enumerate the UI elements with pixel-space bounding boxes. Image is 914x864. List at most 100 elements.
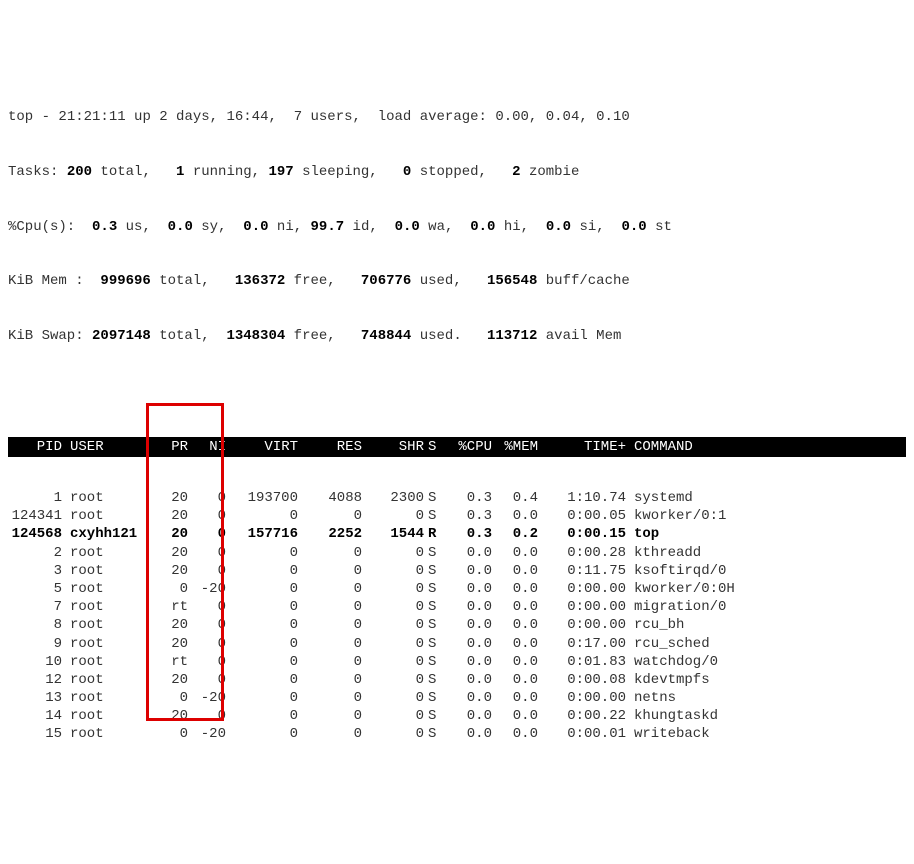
th-time[interactable]: TIME+: [542, 439, 630, 455]
td-pid: 5: [8, 580, 66, 598]
td-user: root: [66, 635, 158, 653]
td-shr: 0: [366, 562, 428, 580]
td-mem: 0.0: [496, 671, 542, 689]
td-shr: 0: [366, 544, 428, 562]
th-cpu[interactable]: %CPU: [450, 439, 496, 455]
th-res[interactable]: RES: [302, 439, 366, 455]
td-time: 0:00.00: [542, 616, 630, 634]
td-user: cxyhh121: [66, 525, 158, 543]
td-s: R: [428, 525, 450, 543]
td-ni: 0: [192, 671, 230, 689]
td-time: 0:00.00: [542, 598, 630, 616]
td-res: 0: [302, 653, 366, 671]
td-shr: 0: [366, 653, 428, 671]
td-s: S: [428, 562, 450, 580]
td-mem: 0.0: [496, 598, 542, 616]
td-pr: 0: [158, 725, 192, 743]
td-pid: 15: [8, 725, 66, 743]
td-s: S: [428, 635, 450, 653]
td-res: 0: [302, 616, 366, 634]
td-time: 0:00.00: [542, 689, 630, 707]
td-shr: 0: [366, 725, 428, 743]
process-table: PID USER PR NI VIRT RES SHR S %CPU %MEM …: [8, 405, 906, 776]
td-user: root: [66, 689, 158, 707]
summary-swap: KiB Swap: 2097148 total, 1348304 free, 7…: [8, 327, 906, 345]
table-row: 10rootrt0000S0.00.00:01.83watchdog/0: [8, 653, 906, 671]
table-row: 124568cxyhh12120015771622521544R0.30.20:…: [8, 525, 906, 543]
td-pr: 20: [158, 544, 192, 562]
td-command: rcu_sched: [630, 635, 906, 653]
td-pid: 7: [8, 598, 66, 616]
td-cpu: 0.0: [450, 544, 496, 562]
td-time: 0:00.00: [542, 580, 630, 598]
th-shr[interactable]: SHR: [366, 439, 428, 455]
td-mem: 0.0: [496, 725, 542, 743]
td-command: systemd: [630, 489, 906, 507]
td-pid: 2: [8, 544, 66, 562]
td-res: 0: [302, 725, 366, 743]
td-ni: 0: [192, 544, 230, 562]
td-pid: 10: [8, 653, 66, 671]
td-s: S: [428, 544, 450, 562]
td-user: root: [66, 671, 158, 689]
table-row: 13root0-20000S0.00.00:00.00netns: [8, 689, 906, 707]
th-virt[interactable]: VIRT: [230, 439, 302, 455]
td-res: 0: [302, 507, 366, 525]
td-time: 0:11.75: [542, 562, 630, 580]
th-pid[interactable]: PID: [8, 439, 66, 455]
td-pr: 20: [158, 707, 192, 725]
td-ni: 0: [192, 562, 230, 580]
td-cpu: 0.0: [450, 580, 496, 598]
td-cpu: 0.0: [450, 562, 496, 580]
table-header[interactable]: PID USER PR NI VIRT RES SHR S %CPU %MEM …: [8, 437, 906, 457]
td-shr: 0: [366, 635, 428, 653]
td-user: root: [66, 489, 158, 507]
td-pr: 0: [158, 580, 192, 598]
td-pid: 8: [8, 616, 66, 634]
td-res: 0: [302, 671, 366, 689]
td-virt: 0: [230, 580, 302, 598]
td-cpu: 0.0: [450, 616, 496, 634]
td-command: writeback: [630, 725, 906, 743]
td-cpu: 0.0: [450, 598, 496, 616]
td-user: root: [66, 725, 158, 743]
td-pr: 0: [158, 689, 192, 707]
td-shr: 0: [366, 689, 428, 707]
th-ni[interactable]: NI: [192, 439, 230, 455]
td-user: root: [66, 616, 158, 634]
td-s: S: [428, 707, 450, 725]
td-virt: 0: [230, 616, 302, 634]
td-res: 4088: [302, 489, 366, 507]
td-user: root: [66, 598, 158, 616]
th-mem[interactable]: %MEM: [496, 439, 542, 455]
td-pr: 20: [158, 616, 192, 634]
td-pid: 3: [8, 562, 66, 580]
th-command[interactable]: COMMAND: [630, 439, 906, 455]
td-ni: -20: [192, 580, 230, 598]
td-mem: 0.0: [496, 580, 542, 598]
td-mem: 0.4: [496, 489, 542, 507]
table-row: 9root200000S0.00.00:17.00rcu_sched: [8, 635, 906, 653]
td-user: root: [66, 562, 158, 580]
td-time: 0:00.05: [542, 507, 630, 525]
table-row: 12root200000S0.00.00:00.08kdevtmpfs: [8, 671, 906, 689]
td-ni: -20: [192, 725, 230, 743]
td-mem: 0.0: [496, 635, 542, 653]
td-cpu: 0.0: [450, 635, 496, 653]
td-cpu: 0.0: [450, 671, 496, 689]
td-time: 0:00.15: [542, 525, 630, 543]
td-s: S: [428, 489, 450, 507]
td-virt: 0: [230, 707, 302, 725]
td-pr: 20: [158, 562, 192, 580]
th-user[interactable]: USER: [66, 439, 158, 455]
th-s[interactable]: S: [428, 439, 450, 455]
th-pr[interactable]: PR: [158, 439, 192, 455]
td-shr: 1544: [366, 525, 428, 543]
td-ni: 0: [192, 598, 230, 616]
td-mem: 0.0: [496, 507, 542, 525]
td-mem: 0.0: [496, 544, 542, 562]
td-res: 0: [302, 562, 366, 580]
td-command: kworker/0:1: [630, 507, 906, 525]
td-ni: 0: [192, 525, 230, 543]
td-virt: 0: [230, 725, 302, 743]
